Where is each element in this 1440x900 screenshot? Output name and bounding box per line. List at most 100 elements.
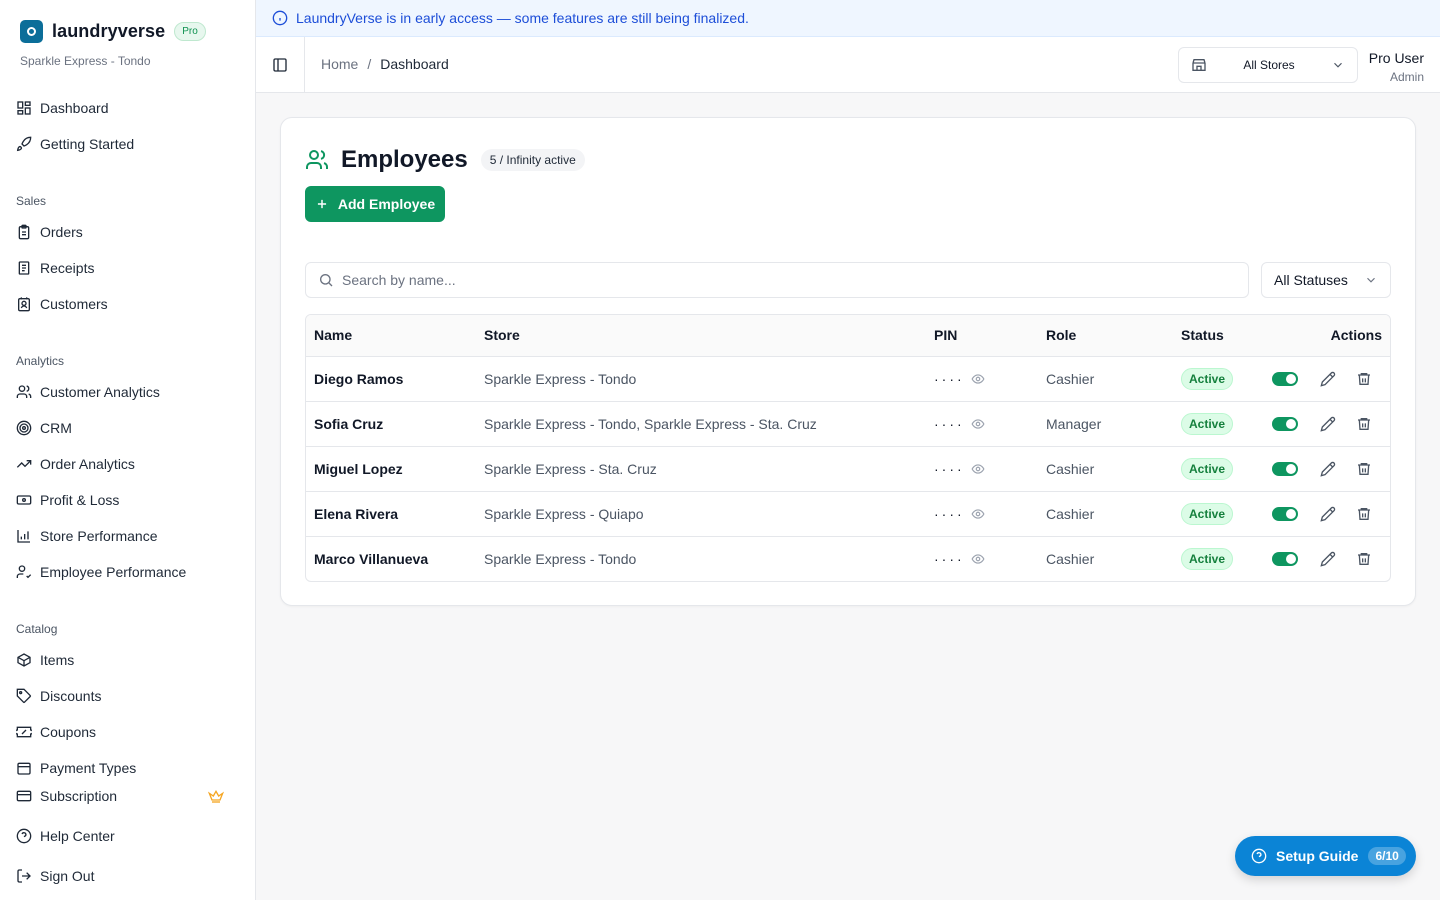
employee-status-cell: Active <box>1181 491 1271 537</box>
employee-actions <box>1271 491 1390 537</box>
employee-role: Cashier <box>1046 446 1181 492</box>
employee-store: Sparkle Express - Tondo, Sparkle Express… <box>484 401 934 447</box>
search-icon <box>320 274 333 287</box>
grid-icon <box>16 100 32 116</box>
sidebar-item-customer-analytics[interactable]: Customer Analytics <box>16 380 240 404</box>
sidebar-item-payment-types[interactable]: Payment Types <box>16 756 240 776</box>
sidebar-item-profit-loss[interactable]: Profit & Loss <box>16 488 240 512</box>
employee-store: Sparkle Express - Sta. Cruz <box>484 446 934 492</box>
employee-pin: ···· <box>934 551 1046 567</box>
user-menu[interactable]: Pro User Admin <box>1369 50 1424 84</box>
employee-pin-cell: ···· <box>934 536 1046 581</box>
active-toggle[interactable] <box>1272 551 1298 566</box>
sidebar-item-subscription[interactable]: Subscription <box>16 784 240 808</box>
employee-actions <box>1271 401 1390 447</box>
info-icon <box>272 10 288 26</box>
status-badge: Active <box>1181 412 1234 435</box>
table-header-row: Name Store PIN Role Status Actions <box>306 315 1390 357</box>
current-store-label: Sparkle Express - Tondo <box>20 54 151 68</box>
sidebar-item-label: Customers <box>40 296 108 312</box>
sidebar-item-coupons[interactable]: Coupons <box>16 720 240 744</box>
table-row: Sofia Cruz Sparkle Express - Tondo, Spar… <box>306 401 1390 447</box>
sidebar-scroll-area: Payment Types <box>0 756 255 776</box>
users-icon <box>306 150 329 169</box>
actions-group <box>1271 545 1382 573</box>
edit-button[interactable] <box>1310 410 1346 438</box>
employee-status-cell: Active <box>1181 401 1271 447</box>
edit-button[interactable] <box>1310 545 1346 573</box>
sidebar: laundryverse Pro Sparkle Express - Tondo… <box>0 0 256 900</box>
delete-button[interactable] <box>1346 545 1382 573</box>
delete-button[interactable] <box>1346 455 1382 483</box>
eye-icon[interactable] <box>971 552 985 566</box>
sidebar-item-dashboard[interactable]: Dashboard <box>16 96 240 120</box>
sidebar-item-employee-performance[interactable]: Employee Performance <box>16 560 240 584</box>
sidebar-item-customers[interactable]: Customers <box>16 292 240 316</box>
status-filter[interactable]: All Statuses <box>1261 262 1391 298</box>
sidebar-item-order-analytics[interactable]: Order Analytics <box>16 452 240 476</box>
sidebar-item-help-center[interactable]: Help Center <box>16 824 240 848</box>
header-store: Store <box>484 315 934 357</box>
employee-role: Cashier <box>1046 491 1181 537</box>
sidebar-item-getting-started[interactable]: Getting Started <box>16 132 240 156</box>
pin-mask: ···· <box>934 460 965 477</box>
breadcrumb-home[interactable]: Home <box>321 56 358 72</box>
sidebar-item-label: Orders <box>40 224 83 240</box>
add-employee-button[interactable]: Add Employee <box>305 186 445 222</box>
pin-mask: ···· <box>934 505 965 522</box>
delete-button[interactable] <box>1346 365 1382 393</box>
actions-group <box>1271 410 1382 438</box>
sidebar-item-sign-out[interactable]: Sign Out <box>16 864 240 888</box>
eye-icon[interactable] <box>971 372 985 386</box>
store-icon <box>1192 59 1206 71</box>
eye-icon[interactable] <box>971 462 985 476</box>
crown-icon <box>208 789 224 803</box>
banner-text: LaundryVerse is in early access — some f… <box>296 10 749 26</box>
active-toggle[interactable] <box>1272 461 1298 476</box>
sidebar-item-receipts[interactable]: Receipts <box>16 256 240 280</box>
employee-name: Elena Rivera <box>306 491 484 537</box>
employee-status-cell: Active <box>1181 446 1271 492</box>
active-toggle[interactable] <box>1272 416 1298 431</box>
sidebar-item-items[interactable]: Items <box>16 648 240 672</box>
active-toggle[interactable] <box>1272 506 1298 521</box>
eye-icon[interactable] <box>971 417 985 431</box>
table-row: Marco Villanueva Sparkle Express - Tondo… <box>306 536 1390 581</box>
header-status: Status <box>1181 315 1271 357</box>
eye-icon[interactable] <box>971 507 985 521</box>
page-title: Employees <box>341 146 468 173</box>
credit-card-icon <box>16 788 32 804</box>
trash-icon <box>1358 552 1370 565</box>
brand[interactable]: laundryverse Pro <box>20 19 206 43</box>
user-name: Pro User <box>1368 50 1424 66</box>
search-input[interactable] <box>342 272 1222 288</box>
panel-left-icon <box>273 57 287 72</box>
sidebar-item-store-performance[interactable]: Store Performance <box>16 524 240 548</box>
delete-button[interactable] <box>1346 410 1382 438</box>
status-badge: Active <box>1181 502 1234 525</box>
header-actions: Actions <box>1271 315 1390 357</box>
employee-pin-cell: ···· <box>934 401 1046 447</box>
trash-icon <box>1358 462 1370 475</box>
add-employee-label: Add Employee <box>337 196 436 212</box>
sidebar-item-crm[interactable]: CRM <box>16 416 240 440</box>
sidebar-toggle-button[interactable] <box>256 37 305 92</box>
sidebar-item-discounts[interactable]: Discounts <box>16 684 240 708</box>
edit-button[interactable] <box>1310 365 1346 393</box>
log-out-icon <box>16 868 32 884</box>
edit-button[interactable] <box>1310 455 1346 483</box>
delete-button[interactable] <box>1346 500 1382 528</box>
store-selector[interactable]: All Stores <box>1178 47 1358 83</box>
trash-icon <box>1358 507 1370 520</box>
edit-button[interactable] <box>1310 500 1346 528</box>
sidebar-item-label: CRM <box>40 420 72 436</box>
sidebar-item-orders[interactable]: Orders <box>16 220 240 244</box>
actions-group <box>1271 500 1382 528</box>
active-toggle[interactable] <box>1272 371 1298 386</box>
section-label-sales: Sales <box>16 194 47 208</box>
brand-name: laundryverse <box>52 20 166 41</box>
setup-guide-progress: 6/10 <box>1368 847 1406 865</box>
setup-guide-button[interactable]: Setup Guide 6/10 <box>1235 836 1416 876</box>
employee-pin-cell: ···· <box>934 446 1046 492</box>
header-role: Role <box>1046 315 1181 357</box>
